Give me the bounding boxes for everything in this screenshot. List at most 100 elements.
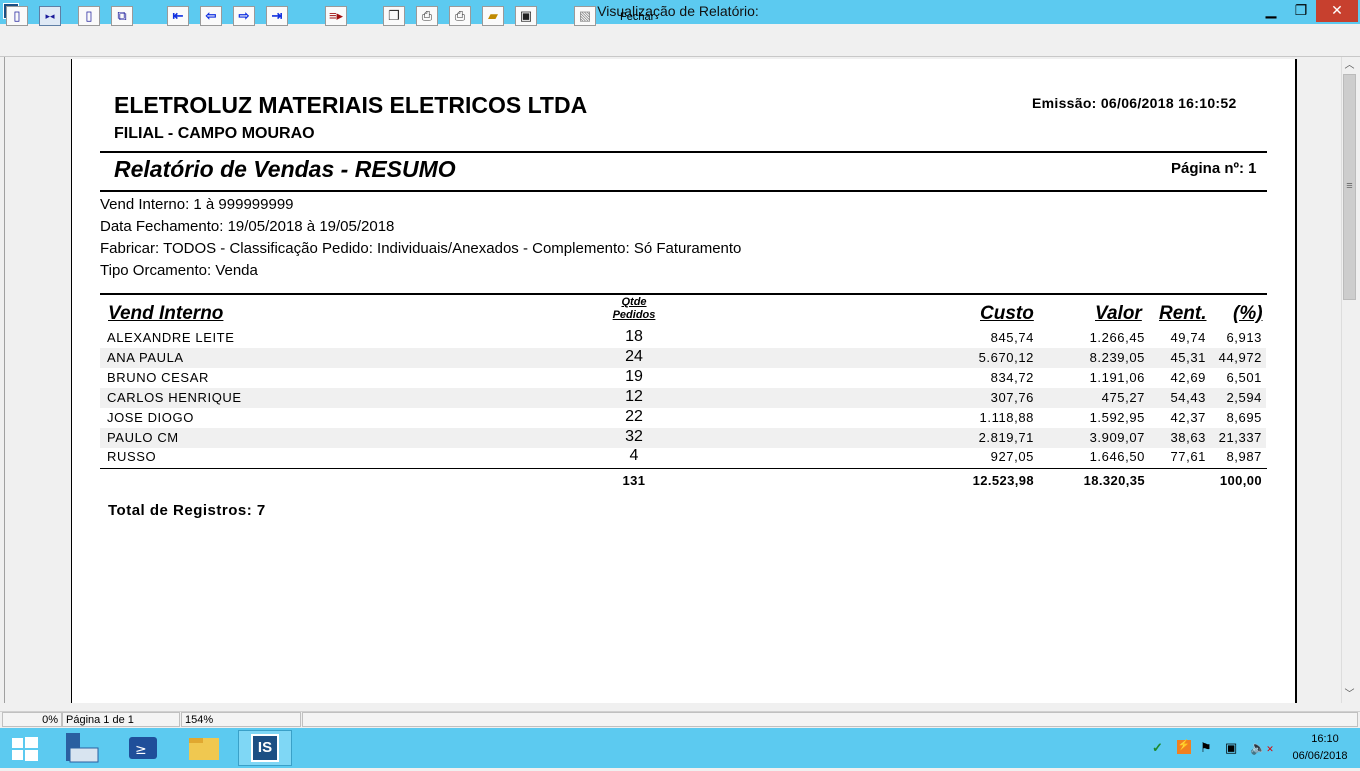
report-title: Relatório de Vendas - RESUMO <box>114 156 456 182</box>
row-custo: 845,74 <box>990 330 1034 345</box>
row-name: CARLOS HENRIQUE <box>107 390 242 405</box>
table-row: BRUNO CESAR 19 834,72 1.191,06 42,69 6,5… <box>100 368 1266 388</box>
arrow-left-icon: ⇦ <box>205 8 217 23</box>
row-custo: 2.819,71 <box>978 430 1034 445</box>
fechar-button[interactable]: Fechar <box>620 11 654 23</box>
row-qtde: 24 <box>625 348 643 365</box>
row-pct: 6,501 <box>1226 370 1262 385</box>
last-page-button[interactable]: ⇥ <box>266 6 288 26</box>
taskbar-powershell[interactable]: ≥ <box>116 730 170 766</box>
save-button[interactable]: ▣ <box>515 6 537 26</box>
row-qtde: 18 <box>625 328 643 345</box>
row-name: PAULO CM <box>107 430 179 445</box>
two-pages-button[interactable]: ⧉ <box>111 6 133 26</box>
status-page: Página 1 de 1 <box>62 712 180 727</box>
row-valor: 1.266,45 <box>1089 330 1145 345</box>
first-page-button[interactable]: ⇤ <box>167 6 189 26</box>
one-page-button[interactable]: ▯ <box>6 6 28 26</box>
print-button[interactable]: ⎙ <box>449 6 471 26</box>
header-divider <box>100 151 1267 153</box>
clock-date[interactable]: 06/06/2018 <box>1285 750 1355 762</box>
row-pct: 8,987 <box>1226 449 1262 464</box>
full-page-button[interactable]: ▯ <box>78 6 100 26</box>
close-button[interactable]: ✕ <box>1316 0 1358 22</box>
col-qtde-header-line1: Qtde <box>621 296 647 308</box>
table-row: RUSSO 4 927,05 1.646,50 77,61 8,987 <box>100 447 1266 467</box>
total-valor: 18.320,35 <box>1083 473 1145 488</box>
flag-icon[interactable]: ⚑ <box>1200 740 1212 756</box>
last-page-icon: ⇥ <box>271 8 283 23</box>
status-zoom: 154% <box>181 712 301 727</box>
taskbar-server-manager[interactable] <box>56 730 110 766</box>
filter-fabricar: Fabricar: TODOS - Classificação Pedido: … <box>100 240 742 257</box>
start-button[interactable] <box>0 730 50 766</box>
totals-divider <box>100 468 1267 469</box>
open-button[interactable]: ▰ <box>482 6 504 26</box>
minimize-button[interactable]: ▁ <box>1256 0 1286 22</box>
network-icon[interactable]: ▣ <box>1225 740 1237 756</box>
total-pct: 100,00 <box>1219 473 1262 488</box>
row-custo: 834,72 <box>990 370 1034 385</box>
row-name: ANA PAULA <box>107 350 184 365</box>
row-rent: 42,37 <box>1170 410 1206 425</box>
taskbar-is-app[interactable]: IS <box>238 730 292 766</box>
tray-app-icon[interactable]: ⚡ <box>1177 740 1191 754</box>
filter-tipo: Tipo Orcamento: Venda <box>100 262 258 279</box>
full-page-icon: ▯ <box>85 8 93 23</box>
col-pct-header: (%) <box>1233 303 1263 324</box>
page-icon: ▯ <box>13 8 21 23</box>
page-width-icon: ▸◂ <box>45 11 55 21</box>
copy-button[interactable]: ❐ <box>383 6 405 26</box>
row-rent: 45,31 <box>1170 350 1206 365</box>
clock-time[interactable]: 16:10 <box>1295 733 1355 745</box>
toolbar <box>0 24 1360 57</box>
first-page-icon: ⇤ <box>172 8 184 23</box>
export-icon: ▧ <box>578 8 592 23</box>
total-qtde: 131 <box>622 473 646 488</box>
row-custo: 307,76 <box>990 390 1034 405</box>
page-width-button[interactable]: ▸◂ <box>39 6 61 26</box>
export-button[interactable]: ▧ <box>574 6 596 26</box>
row-pct: 44,972 <box>1218 350 1262 365</box>
row-custo: 927,05 <box>990 449 1034 464</box>
row-custo: 5.670,12 <box>978 350 1034 365</box>
row-valor: 3.909,07 <box>1089 430 1145 445</box>
total-registros: Total de Registros: 7 <box>108 502 266 519</box>
goto-page-icon: ≡▸ <box>328 8 344 23</box>
server-manager-icon <box>66 733 99 763</box>
emission-date: Emissão: 06/06/2018 16:10:52 <box>1032 95 1237 111</box>
taskbar-explorer[interactable] <box>177 730 231 766</box>
volume-muted-icon[interactable]: 🔈✕ <box>1250 740 1274 756</box>
maximize-button[interactable]: ❐ <box>1286 0 1316 22</box>
branch-name: FILIAL - CAMPO MOURAO <box>114 125 315 142</box>
row-qtde: 12 <box>625 388 643 405</box>
next-page-button[interactable]: ⇨ <box>233 6 255 26</box>
arrow-right-icon: ⇨ <box>238 8 250 23</box>
copy-icon: ❐ <box>388 8 400 23</box>
powershell-icon: ≥ <box>129 737 157 759</box>
is-app-icon: IS <box>251 734 279 762</box>
company-name: ELETROLUZ MATERIAIS ELETRICOS LTDA <box>114 92 588 118</box>
col-qtde-header-line2: Pedidos <box>612 309 656 321</box>
tray-sync-icon[interactable]: ✓ <box>1152 740 1163 756</box>
table-top-divider <box>100 293 1267 295</box>
row-qtde: 4 <box>629 447 639 464</box>
printer-setup-button[interactable]: ⎙ <box>416 6 438 26</box>
table-row: JOSE DIOGO 22 1.118,88 1.592,95 42,37 8,… <box>100 408 1266 428</box>
col-qtde-header: Qtde Pedidos <box>604 296 664 322</box>
previous-page-button[interactable]: ⇦ <box>200 6 222 26</box>
scroll-down-icon[interactable]: ﹀ <box>1341 686 1358 703</box>
status-empty <box>302 712 1358 727</box>
goto-page-button[interactable]: ≡▸ <box>325 6 347 26</box>
folder-icon <box>189 738 219 760</box>
row-rent: 49,74 <box>1170 330 1206 345</box>
table-row: PAULO CM 32 2.819,71 3.909,07 38,63 21,3… <box>100 428 1266 448</box>
row-name: RUSSO <box>107 449 157 464</box>
row-name: ALEXANDRE LEITE <box>107 330 235 345</box>
svg-text:≥: ≥ <box>135 742 147 758</box>
row-pct: 6,913 <box>1226 330 1262 345</box>
total-custo: 12.523,98 <box>972 473 1034 488</box>
windows-logo-icon <box>12 737 38 761</box>
table-row: ALEXANDRE LEITE 18 845,74 1.266,45 49,74… <box>100 328 1266 348</box>
scroll-up-icon[interactable]: ︿ <box>1341 57 1358 74</box>
